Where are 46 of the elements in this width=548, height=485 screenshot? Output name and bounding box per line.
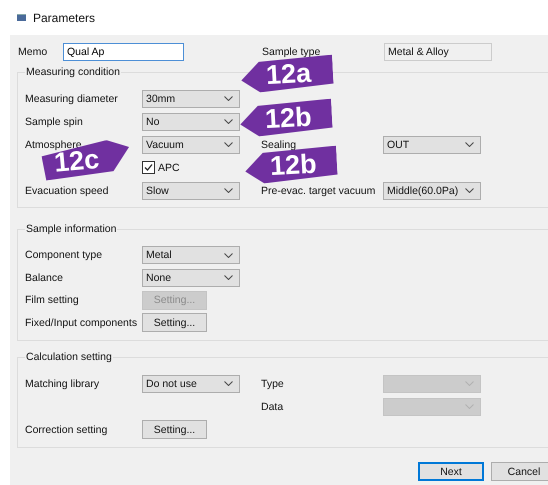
- dropdown[interactable]: Do not use: [142, 374, 240, 392]
- field-label: Measuring diameter: [25, 92, 118, 104]
- chevron-icon: [224, 119, 233, 124]
- dialog-button[interactable]: Next: [418, 462, 484, 481]
- dropdown[interactable]: OUT: [383, 136, 481, 154]
- field-label: Type: [261, 378, 284, 390]
- dropdown[interactable]: No: [142, 112, 240, 130]
- chevron-icon: [465, 381, 474, 386]
- field-label: Sample spin: [25, 116, 83, 128]
- chevron-icon: [224, 275, 233, 280]
- group-title: Measuring condition: [25, 66, 121, 78]
- sample-type-field: Metal & Alloy: [384, 43, 492, 61]
- dropdown[interactable]: Vacuum: [142, 136, 240, 154]
- field-label: Correction setting: [25, 424, 108, 436]
- chevron-icon: [224, 381, 233, 386]
- field-label: Evacuation speed: [25, 184, 108, 196]
- memo-field[interactable]: Qual Ap: [63, 43, 184, 61]
- setting-button[interactable]: Setting...: [142, 313, 207, 332]
- chevron-icon: [465, 404, 474, 409]
- app-icon: [17, 14, 26, 21]
- chevron-icon: [465, 188, 474, 193]
- field-label: Pre-evac. target vacuum: [261, 184, 376, 196]
- dropdown[interactable]: Metal: [142, 246, 240, 264]
- chevron-icon: [224, 96, 233, 101]
- field-label: Component type: [25, 249, 102, 262]
- checkbox[interactable]: [142, 161, 155, 174]
- window-title: Parameters: [33, 10, 96, 24]
- dropdown[interactable]: Middle(60.0Pa): [383, 182, 481, 200]
- field-label: Film setting: [25, 294, 79, 306]
- checkbox-label: APC: [158, 162, 180, 174]
- group-title: Calculation setting: [25, 351, 113, 363]
- dialog-button[interactable]: Cancel: [491, 462, 548, 481]
- chevron-icon: [224, 252, 233, 258]
- field-label: Memo: [17, 46, 48, 58]
- dropdown[interactable]: 30mm: [142, 90, 240, 108]
- group-title: Sample information: [25, 223, 118, 235]
- chevron-icon: [465, 142, 474, 147]
- chevron-icon: [224, 142, 233, 147]
- dropdown[interactable]: None: [142, 268, 240, 287]
- dropdown[interactable]: Slow: [142, 182, 240, 200]
- field-label: Matching library: [25, 378, 100, 390]
- chevron-icon: [224, 188, 233, 193]
- field-label: Balance: [25, 272, 63, 284]
- field-label: Data: [261, 400, 284, 412]
- setting-button[interactable]: Setting...: [142, 420, 207, 439]
- field-label: Fixed/Input components: [25, 316, 138, 329]
